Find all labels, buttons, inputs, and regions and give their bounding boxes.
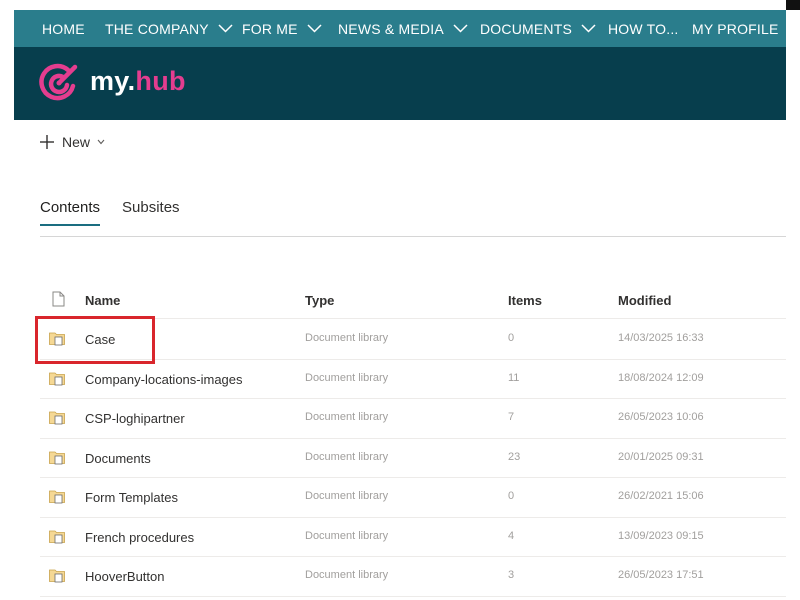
nav-item-for-me[interactable]: FOR ME [242, 10, 322, 47]
nav-label: HOW TO... [608, 20, 679, 37]
nav-item-how-to[interactable]: HOW TO... [608, 10, 679, 47]
table-row[interactable]: Documents Document library 23 20/01/2025… [40, 439, 786, 478]
row-type: Document library [305, 450, 389, 463]
row-type: Document library [305, 371, 389, 384]
nav-item-my-profile[interactable]: MY PROFILE [692, 10, 779, 47]
row-name[interactable]: Form Templates [85, 490, 178, 505]
new-button[interactable]: New [40, 130, 105, 154]
nav-item-the-company[interactable]: THE COMPANY [105, 10, 233, 47]
document-library-icon [49, 569, 65, 583]
row-modified: 26/05/2023 17:51 [618, 569, 704, 581]
chevron-down-icon [307, 24, 322, 33]
top-strip [0, 0, 800, 10]
row-name[interactable]: French procedures [85, 530, 194, 545]
tab-subsites[interactable]: Subsites [122, 198, 180, 228]
row-items: 7 [508, 411, 515, 423]
row-name[interactable]: Company-locations-images [85, 372, 243, 387]
row-name[interactable]: Documents [85, 451, 151, 466]
nav-item-news-media[interactable]: NEWS & MEDIA [338, 10, 468, 47]
row-modified: 14/03/2025 16:33 [618, 332, 704, 344]
table-row[interactable]: Company-locations-images Document librar… [40, 360, 786, 399]
row-items: 4 [508, 529, 515, 542]
row-items: 0 [508, 332, 515, 344]
table-row[interactable]: CSP-loghipartner Document library 7 26/0… [40, 399, 786, 439]
chevron-down-icon [218, 24, 233, 33]
logo-text-prefix: my. [90, 66, 136, 96]
list-header-row: Name Type Items Modified [40, 283, 786, 319]
document-library-icon [49, 490, 65, 504]
plus-icon [40, 135, 54, 149]
row-name[interactable]: HooverButton [85, 569, 165, 584]
nav-item-documents[interactable]: DOCUMENTS [480, 10, 596, 47]
row-modified: 13/09/2023 09:15 [618, 529, 704, 542]
row-type: Document library [305, 569, 389, 581]
row-items: 11 [508, 371, 520, 384]
row-modified: 18/08/2024 12:09 [618, 371, 704, 384]
row-items: 23 [508, 450, 521, 463]
table-row[interactable]: HooverButton Document library 3 26/05/20… [40, 557, 786, 597]
top-navigation: HOME THE COMPANY FOR ME NEWS & MEDIA DOC… [14, 10, 786, 47]
row-type: Document library [305, 332, 389, 344]
table-row[interactable]: Form Templates Document library 0 26/02/… [40, 478, 786, 518]
tab-contents[interactable]: Contents [40, 198, 101, 228]
document-icon[interactable] [52, 291, 65, 307]
nav-label: DOCUMENTS [480, 20, 573, 37]
site-header-banner: my.hub [14, 47, 786, 120]
new-button-label: New [62, 134, 91, 150]
row-modified: 26/02/2021 15:06 [618, 490, 704, 502]
nav-label: NEWS & MEDIA [338, 20, 444, 37]
column-header-name[interactable]: Name [85, 293, 120, 308]
site-logo-text[interactable]: my.hub [90, 66, 186, 97]
row-type: Document library [305, 529, 389, 542]
document-library-icon [49, 451, 65, 464]
nav-item-home[interactable]: HOME [42, 10, 85, 47]
nav-label: HOME [42, 20, 85, 37]
row-modified: 20/01/2025 09:31 [618, 450, 704, 463]
row-items: 3 [508, 569, 515, 581]
chevron-down-icon [453, 24, 468, 33]
highlight-annotation-box [35, 316, 155, 364]
target-logo-icon[interactable] [38, 62, 80, 104]
window-corner [786, 0, 800, 10]
row-items: 0 [508, 490, 515, 502]
column-header-type[interactable]: Type [305, 293, 334, 308]
nav-label: MY PROFILE [692, 20, 779, 37]
document-library-icon [49, 411, 65, 425]
column-header-items[interactable]: Items [508, 293, 542, 308]
nav-label: FOR ME [242, 20, 298, 37]
row-type: Document library [305, 411, 389, 423]
table-row[interactable]: French procedures Document library 4 13/… [40, 518, 786, 557]
logo-text-suffix: hub [135, 66, 186, 96]
chevron-down-icon [581, 24, 596, 33]
nav-label: THE COMPANY [105, 20, 209, 37]
row-name[interactable]: CSP-loghipartner [85, 411, 185, 426]
column-header-modified[interactable]: Modified [618, 293, 671, 308]
row-modified: 26/05/2023 10:06 [618, 411, 704, 423]
row-type: Document library [305, 490, 389, 502]
tabs-divider [40, 236, 786, 237]
document-library-icon [49, 372, 65, 385]
chevron-down-icon [97, 139, 105, 145]
document-library-icon [49, 530, 65, 543]
